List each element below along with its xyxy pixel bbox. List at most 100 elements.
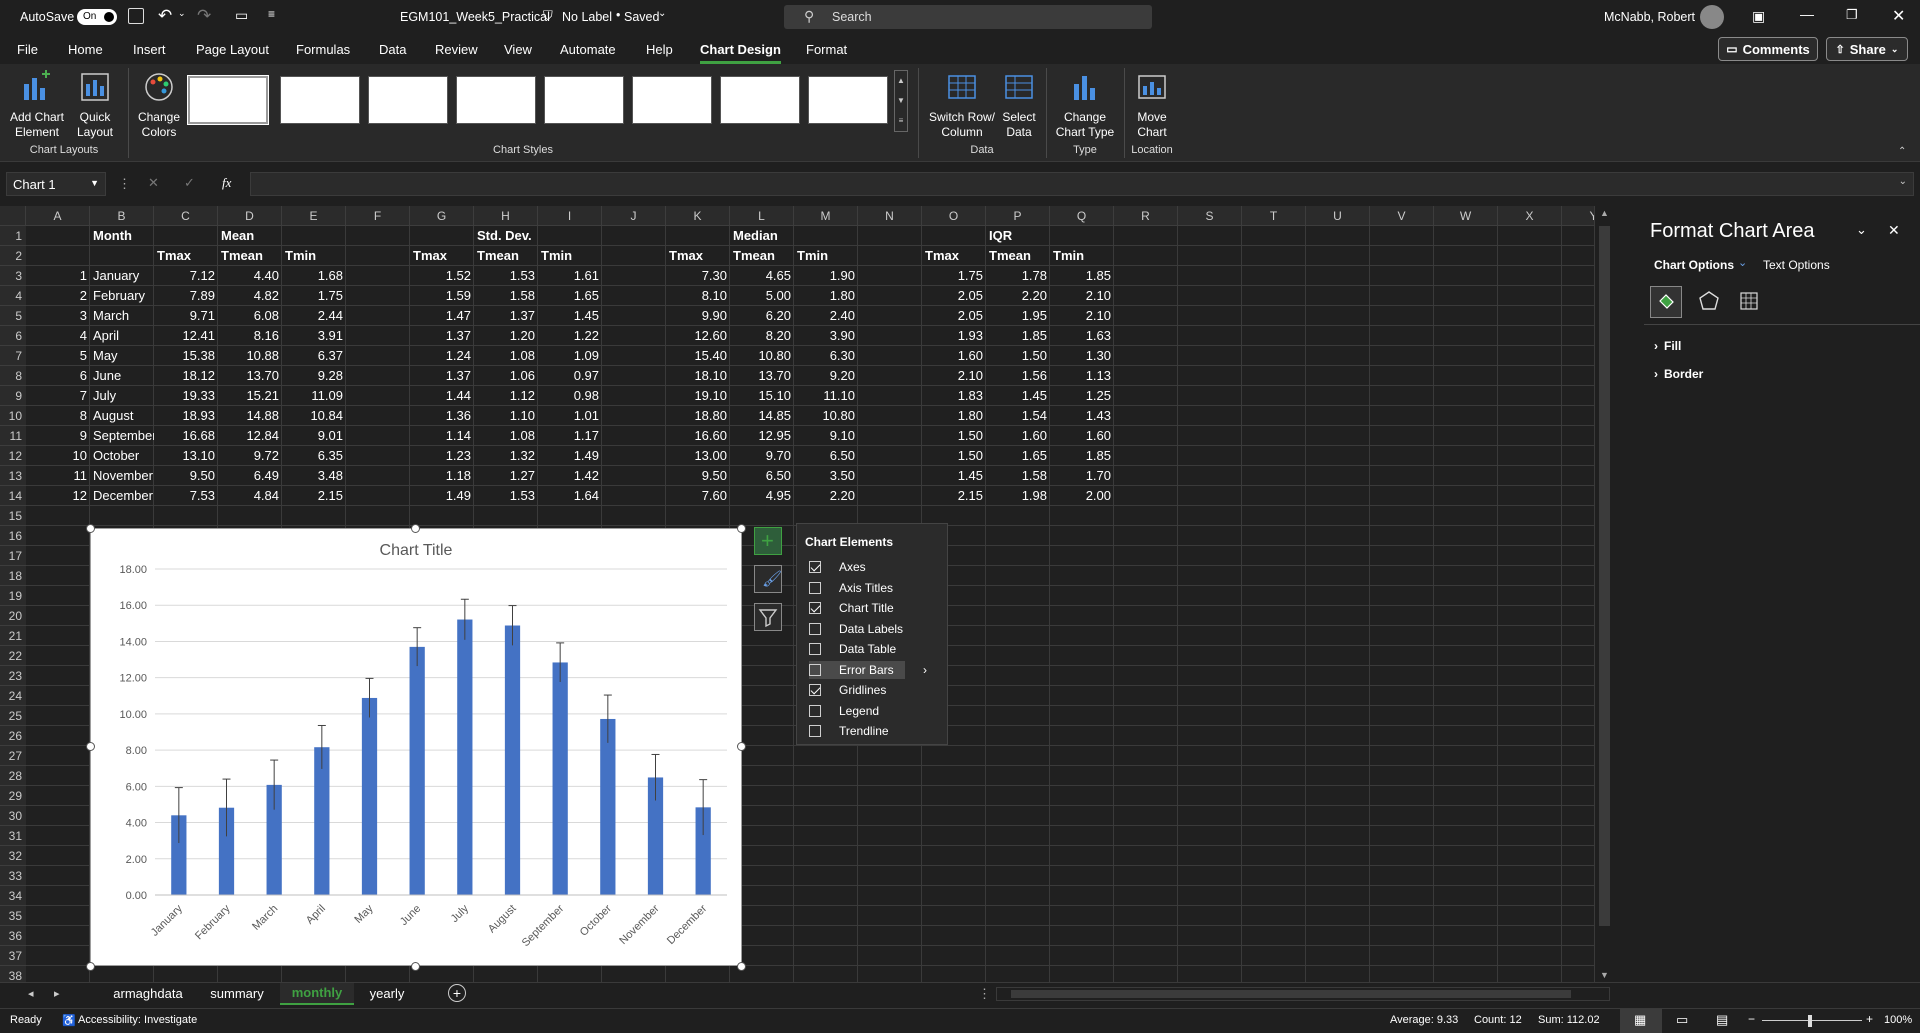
column-header[interactable]: A — [26, 206, 90, 226]
data-cell[interactable]: 1.80 — [922, 406, 986, 426]
data-cell[interactable]: 9.10 — [794, 426, 858, 446]
data-cell[interactable]: 2.00 — [1050, 486, 1114, 506]
data-cell[interactable]: 1.50 — [922, 426, 986, 446]
data-cell[interactable]: 3 — [26, 306, 90, 326]
data-cell[interactable]: 7.30 — [666, 266, 730, 286]
data-cell[interactable]: 1.52 — [410, 266, 474, 286]
chart-resize-handle[interactable] — [86, 524, 95, 533]
chart-resize-handle[interactable] — [737, 742, 746, 751]
data-cell[interactable]: 1.59 — [410, 286, 474, 306]
data-cell[interactable]: 2.10 — [1050, 306, 1114, 326]
save-icon[interactable] — [128, 8, 144, 24]
tab-formulas[interactable]: Formulas — [296, 42, 350, 57]
data-cell[interactable]: 4.95 — [730, 486, 794, 506]
data-cell[interactable]: 7.60 — [666, 486, 730, 506]
column-header[interactable]: I — [538, 206, 602, 226]
data-cell[interactable]: 1.08 — [474, 346, 538, 366]
undo-dropdown-icon[interactable]: ⌄ — [178, 8, 186, 19]
add-sheet-icon[interactable]: + — [448, 984, 466, 1002]
checkbox[interactable] — [809, 561, 821, 573]
move-chart-button[interactable]: Move Chart — [1130, 70, 1174, 140]
data-cell[interactable]: 1.44 — [410, 386, 474, 406]
checkbox[interactable] — [809, 704, 821, 717]
chart-style-4[interactable] — [456, 76, 536, 124]
tab-review[interactable]: Review — [435, 42, 478, 57]
data-cell[interactable]: 1.22 — [538, 326, 602, 346]
data-cell[interactable]: 1.58 — [986, 466, 1050, 486]
more-icon[interactable]: ⋮ — [978, 986, 991, 1002]
tab-help[interactable]: Help — [646, 42, 673, 57]
chart-element-data-table[interactable]: Data Table — [809, 640, 937, 658]
row-header[interactable]: 8 — [0, 366, 26, 386]
data-cell[interactable]: 1.75 — [282, 286, 346, 306]
chart-element-trendline[interactable]: Trendline — [809, 722, 937, 740]
data-cell[interactable]: 9.50 — [154, 466, 218, 486]
border-section[interactable]: › Border — [1654, 367, 1703, 381]
data-cell[interactable]: 1.18 — [410, 466, 474, 486]
data-cell[interactable]: 14.88 — [218, 406, 282, 426]
chart-resize-handle[interactable] — [737, 962, 746, 971]
data-cell[interactable]: 7 — [26, 386, 90, 406]
row-header[interactable]: 10 — [0, 406, 26, 426]
data-cell[interactable]: May — [90, 346, 154, 366]
column-header[interactable]: R — [1114, 206, 1178, 226]
label-status[interactable]: No Label — [562, 10, 612, 24]
header-cell[interactable]: Tmin — [1050, 246, 1114, 266]
data-cell[interactable]: October — [90, 446, 154, 466]
chart-element-chart-title[interactable]: Chart Title — [809, 599, 937, 617]
data-cell[interactable]: 9.28 — [282, 366, 346, 386]
data-cell[interactable]: 10.84 — [282, 406, 346, 426]
data-cell[interactable]: 1.17 — [538, 426, 602, 446]
data-cell[interactable]: 1.93 — [922, 326, 986, 346]
data-cell[interactable]: 1.42 — [538, 466, 602, 486]
column-header[interactable]: Q — [1050, 206, 1114, 226]
data-cell[interactable]: 13.10 — [154, 446, 218, 466]
data-cell[interactable]: January — [90, 266, 154, 286]
function-icon[interactable]: fx — [222, 175, 231, 191]
data-cell[interactable]: 6.49 — [218, 466, 282, 486]
data-cell[interactable]: 7.89 — [154, 286, 218, 306]
data-cell[interactable]: 1.63 — [1050, 326, 1114, 346]
header-cell[interactable]: Tmax — [666, 246, 730, 266]
data-cell[interactable]: 10 — [26, 446, 90, 466]
row-header[interactable]: 12 — [0, 446, 26, 466]
row-header[interactable]: 27 — [0, 746, 26, 766]
header-cell[interactable]: Tmin — [282, 246, 346, 266]
column-header[interactable]: S — [1178, 206, 1242, 226]
row-header[interactable]: 18 — [0, 566, 26, 586]
data-cell[interactable]: 1.61 — [538, 266, 602, 286]
data-cell[interactable]: 3.48 — [282, 466, 346, 486]
tab-automate[interactable]: Automate — [560, 42, 616, 57]
data-cell[interactable]: 1.49 — [410, 486, 474, 506]
bar[interactable] — [552, 662, 568, 895]
data-cell[interactable]: 2.05 — [922, 306, 986, 326]
row-header[interactable]: 15 — [0, 506, 26, 526]
data-cell[interactable]: 9.90 — [666, 306, 730, 326]
data-cell[interactable]: 8.10 — [666, 286, 730, 306]
chevron-right-icon[interactable]: › — [923, 661, 927, 679]
sheet-tab-summary[interactable]: summary — [200, 986, 274, 1001]
chart-element-legend[interactable]: Legend — [809, 702, 937, 720]
data-cell[interactable]: 14.85 — [730, 406, 794, 426]
chart-style-2[interactable] — [280, 76, 360, 124]
data-cell[interactable]: 1.45 — [986, 386, 1050, 406]
row-header[interactable]: 1 — [0, 226, 26, 246]
count-stat[interactable]: Count: 12 — [1474, 1014, 1522, 1026]
header-cell[interactable]: Tmean — [730, 246, 794, 266]
select-data-button[interactable]: Select Data — [1000, 70, 1038, 140]
checkbox[interactable] — [809, 684, 821, 696]
data-cell[interactable]: 8.16 — [218, 326, 282, 346]
data-cell[interactable]: 4.65 — [730, 266, 794, 286]
checkbox[interactable] — [809, 663, 821, 676]
data-cell[interactable]: 9 — [26, 426, 90, 446]
chart-filters-button[interactable] — [754, 603, 782, 631]
row-header[interactable]: 21 — [0, 626, 26, 646]
data-cell[interactable]: 1.20 — [474, 326, 538, 346]
comments-button[interactable]: ▭ Comments — [1718, 37, 1818, 61]
chart-style-7[interactable] — [720, 76, 800, 124]
data-cell[interactable]: 9.20 — [794, 366, 858, 386]
data-cell[interactable]: 6 — [26, 366, 90, 386]
data-cell[interactable]: 1.98 — [986, 486, 1050, 506]
data-cell[interactable]: 5.00 — [730, 286, 794, 306]
header-cell[interactable]: Tmax — [154, 246, 218, 266]
